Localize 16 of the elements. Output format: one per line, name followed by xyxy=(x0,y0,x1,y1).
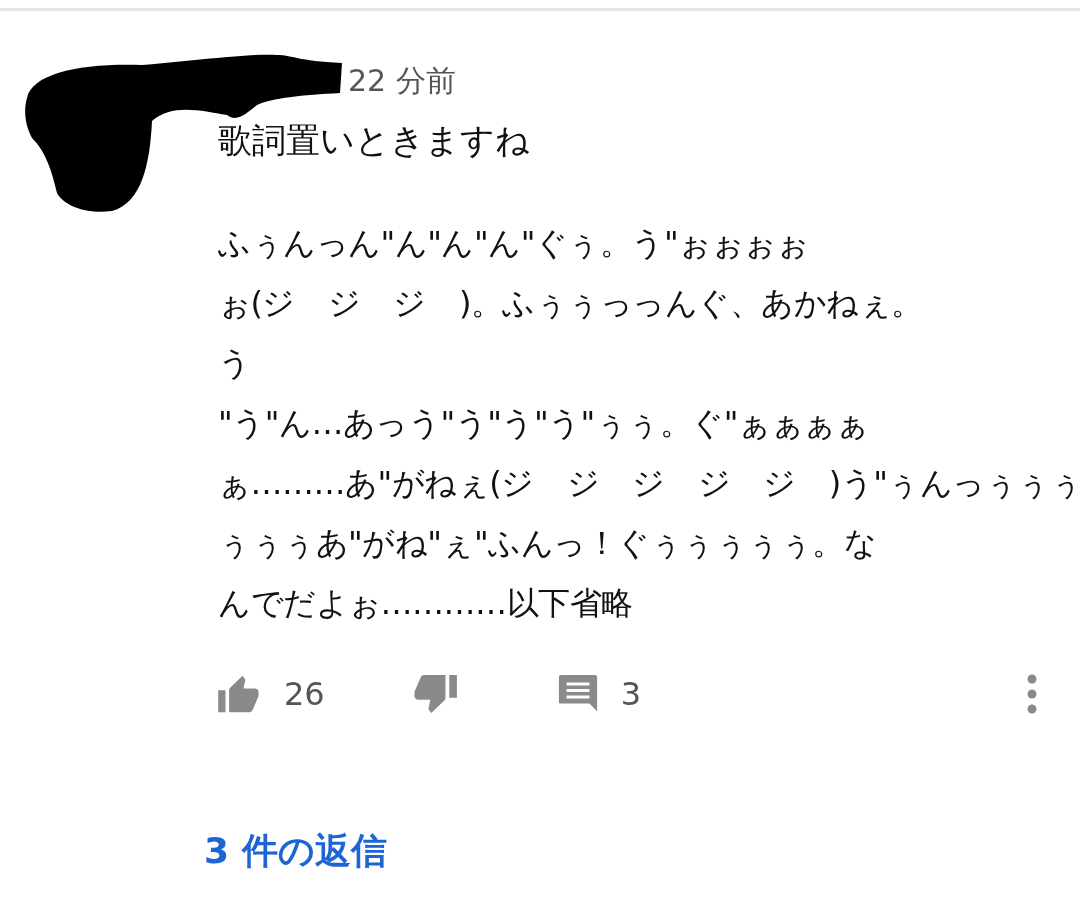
comment-title: 歌詞置いときますね xyxy=(218,119,531,162)
reply-count: 3 xyxy=(620,675,642,713)
replies-link[interactable]: 3 件の返信 xyxy=(204,827,387,876)
comment-text-line: ぁ………あ"がねぇ(ジ゙ジ゙ジ゙ジ゙ジ゙)う"ぅんっぅぅぅ xyxy=(218,463,1080,504)
more-options-button[interactable] xyxy=(1026,674,1038,714)
thumbs-up-icon xyxy=(218,674,262,714)
more-icon xyxy=(1026,674,1038,714)
comment-text-line: ふぅんっん"ん"ん"ん"ぐぅ。う"ぉぉぉぉ xyxy=(218,223,810,264)
comment-text-line: う xyxy=(218,343,252,384)
comment-time: 22 分前 xyxy=(348,62,456,100)
like-button[interactable] xyxy=(218,674,262,714)
comment-text-line: ぉ(ジ゙ジ゙ジ゙)。ふぅぅっっんぐ、あかねぇ。 xyxy=(218,283,924,324)
comment-text-line: ぅぅぅあ"がね"ぇ"ふんっ！ぐぅぅぅぅぅ。な xyxy=(218,523,878,564)
comment-text-line: "う"ん…あっう"う"う"う"ぅぅ。ぐ"ぁぁぁぁ xyxy=(218,403,870,444)
comment-text-line: んでだよぉ…………以下省略 xyxy=(218,583,634,624)
like-count: 26 xyxy=(284,675,325,713)
